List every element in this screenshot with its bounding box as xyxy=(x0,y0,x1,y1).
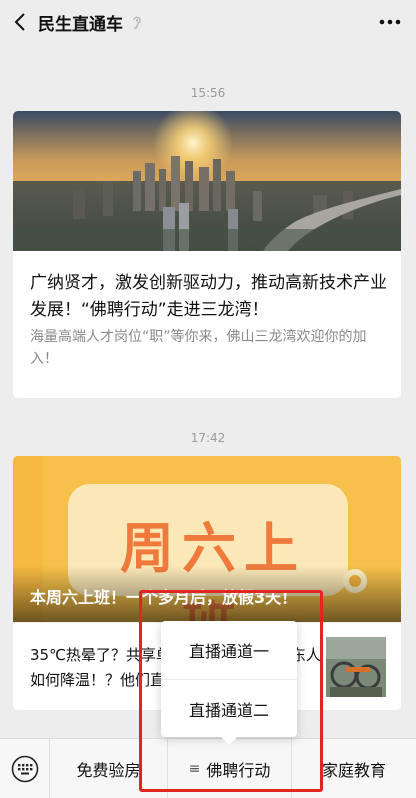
menu-label: 免费验房 xyxy=(76,760,141,780)
more-button[interactable] xyxy=(378,10,402,34)
ear-icon xyxy=(131,14,145,30)
bottom-menu-bar: 免费验房 ≡ 佛聘行动 家庭教育 xyxy=(0,738,416,798)
message-timestamp: 15:56 xyxy=(190,86,226,100)
city-skyline-image xyxy=(13,111,401,251)
message-timestamp: 17:42 xyxy=(190,431,226,445)
more-dots-icon xyxy=(379,19,401,25)
article-banner-image: 周六上班 本周六上班！一个多月后，放假3天！ xyxy=(13,456,401,622)
menu-label: 家庭教育 xyxy=(321,760,386,780)
page-title: 民生直通车 xyxy=(38,14,123,35)
submenu-popup: 直播通道一 直播通道二 xyxy=(161,621,297,745)
back-button[interactable] xyxy=(2,0,38,44)
popup-arrow xyxy=(221,737,237,745)
article-headline[interactable]: 广纳贤才，激发创新驱动力，推动高新技术产业发展！“佛聘行动”走进三龙湾！ xyxy=(30,270,388,324)
submenu-icon: ≡ xyxy=(188,760,201,777)
menu-fopin-action[interactable]: ≡ 佛聘行动 xyxy=(168,738,292,798)
chat-header: 民生直通车 xyxy=(0,0,416,44)
submenu-item-live-channel-2[interactable]: 直播通道二 xyxy=(161,679,297,737)
menu-family-education[interactable]: 家庭教育 xyxy=(292,739,416,798)
chevron-left-icon xyxy=(14,13,25,31)
menu-label: 佛聘行动 xyxy=(206,760,271,780)
article-digest: 海量高端人才岗位“职”等你来，佛山三龙湾欢迎你的加入！ xyxy=(30,329,367,367)
keyboard-toggle-button[interactable] xyxy=(0,738,50,798)
keyboard-icon xyxy=(11,755,38,782)
menu-free-inspection[interactable]: 免费验房 xyxy=(50,738,168,798)
article-headline[interactable]: 本周六上班！一个多月后，放假3天！ xyxy=(30,587,390,609)
submenu-item-live-channel-1[interactable]: 直播通道一 xyxy=(161,621,297,679)
sub-article-thumbnail xyxy=(326,637,386,697)
article-card[interactable]: 广纳贤才，激发创新驱动力，推动高新技术产业发展！“佛聘行动”走进三龙湾！ 海量高… xyxy=(13,111,401,398)
